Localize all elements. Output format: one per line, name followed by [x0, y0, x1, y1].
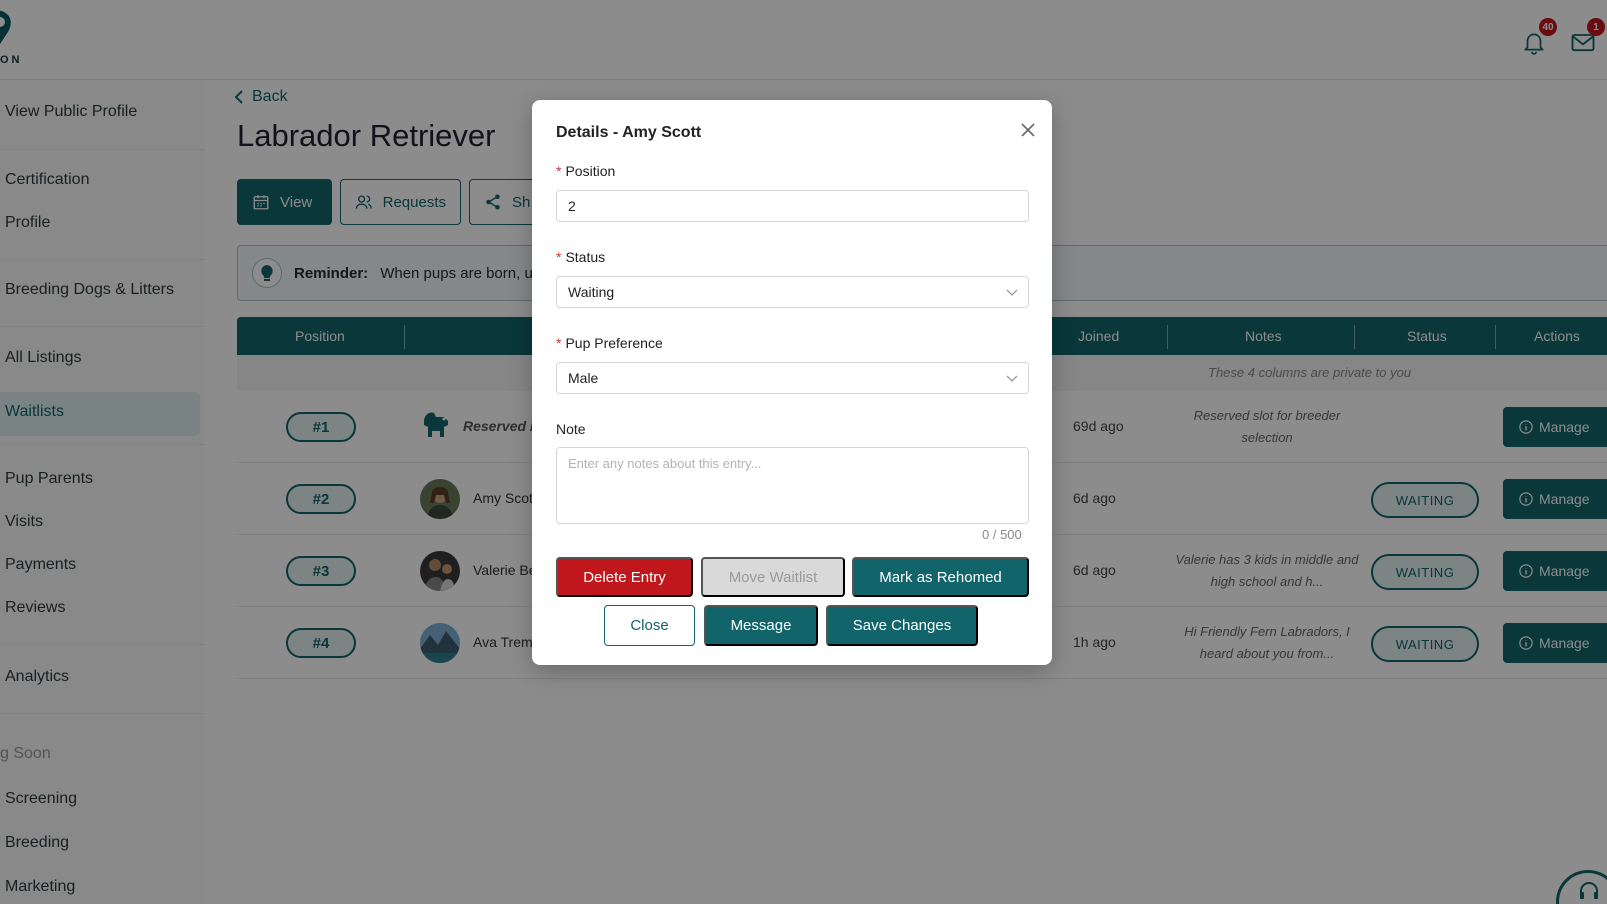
note-character-counter: 0 / 500 [982, 527, 1022, 542]
close-button[interactable]: Close [604, 605, 695, 646]
position-label-text: Position [565, 163, 616, 179]
status-select-value: Waiting [568, 284, 615, 300]
note-label: Note [556, 421, 586, 437]
pup-preference-label: * Pup Preference [556, 335, 663, 351]
chevron-down-icon [1006, 375, 1018, 382]
pup-preference-value: Male [568, 370, 599, 386]
close-icon-button[interactable] [1016, 118, 1040, 142]
move-waitlist-button[interactable]: Move Waitlist [701, 557, 845, 597]
chevron-down-icon [1006, 289, 1018, 296]
required-asterisk: * [556, 335, 562, 351]
dialog-title: Details - Amy Scott [556, 124, 702, 141]
mark-as-rehomed-button[interactable]: Mark as Rehomed [852, 557, 1029, 597]
message-button[interactable]: Message [704, 605, 818, 646]
pup-preference-label-text: Pup Preference [565, 335, 663, 351]
entry-details-dialog: Details - Amy Scott *Position *Status Wa… [532, 100, 1052, 665]
pup-preference-select[interactable]: Male [556, 362, 1029, 394]
position-label: * Position [556, 163, 615, 179]
note-textarea[interactable] [556, 447, 1029, 524]
required-asterisk: * [556, 163, 562, 179]
close-icon [1021, 123, 1035, 137]
delete-entry-button[interactable]: Delete Entry [556, 557, 693, 597]
status-label: * Status [556, 249, 605, 265]
status-select[interactable]: Waiting [556, 276, 1029, 308]
position-input[interactable] [556, 190, 1029, 222]
status-label-text: Status [565, 249, 606, 265]
save-changes-button[interactable]: Save Changes [826, 605, 978, 646]
required-asterisk: * [556, 249, 562, 265]
